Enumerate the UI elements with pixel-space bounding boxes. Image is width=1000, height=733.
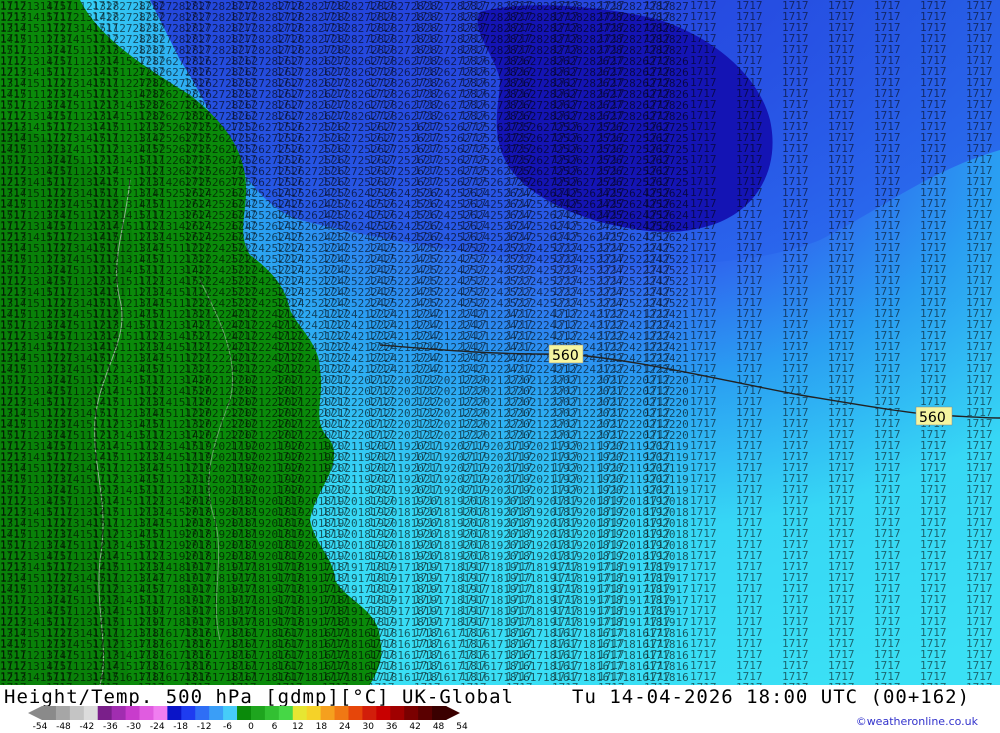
legend-swatch — [348, 706, 363, 720]
legend-swatch — [181, 706, 196, 720]
legend-tick-label: 54 — [456, 722, 468, 732]
legend-swatch — [139, 706, 154, 720]
legend-swatch — [55, 706, 71, 720]
legend-swatch — [83, 706, 99, 720]
legend-swatch — [320, 706, 336, 720]
legend-swatch — [432, 706, 447, 720]
legend-swatch — [306, 706, 322, 720]
credit-link[interactable]: ©weatheronline.co.uk — [856, 715, 978, 728]
legend-tick-label: -18 — [173, 722, 189, 732]
legend-swatch — [237, 706, 252, 720]
grid-value-row: 1213141511121314151617181617181617181617… — [0, 671, 689, 684]
map-canvas: 1717 11121314151112132827282827282827282… — [0, 0, 1000, 685]
legend-tick-label: 12 — [292, 722, 304, 732]
legend-tick-label: 0 — [248, 722, 254, 732]
legend-swatch — [97, 706, 113, 720]
legend-tick-label: -12 — [196, 722, 212, 732]
legend-arrow-left — [28, 706, 42, 720]
legend-swatch — [376, 706, 391, 720]
legend-tick-label: 48 — [432, 722, 445, 732]
legend-swatch — [209, 706, 224, 720]
legend-tick-label: -54 — [32, 722, 48, 732]
legend-swatch — [334, 706, 349, 720]
map-footer: Height/Temp. 500 hPa [gdmp][°C] UK-Globa… — [0, 685, 1000, 733]
legend-tick-label: -42 — [79, 722, 95, 732]
map-title: Height/Temp. 500 hPa [gdmp][°C] UK-Globa… — [4, 686, 514, 708]
legend-swatch — [404, 706, 419, 720]
legend-swatch — [264, 706, 280, 720]
legend-swatch — [278, 706, 294, 720]
weather-map: 1717 11121314151112132827282827282827282… — [0, 0, 1000, 685]
contour-label-560-a: 560 — [548, 344, 584, 364]
legend-swatch — [69, 706, 85, 720]
color-legend — [28, 706, 460, 720]
legend-swatch — [111, 706, 127, 720]
legend-swatch — [390, 706, 405, 720]
legend-tick-label: -36 — [102, 722, 118, 732]
legend-tick-label: 24 — [339, 722, 351, 732]
legend-swatch — [42, 706, 57, 720]
contour-label-560-b: 560 — [915, 406, 953, 426]
legend-tick-label: 36 — [385, 722, 398, 732]
legend-tick-label: 30 — [362, 722, 374, 732]
svg-text:560: 560 — [919, 410, 946, 426]
legend-tick-label: -6 — [223, 722, 233, 732]
legend-tick-label: 42 — [409, 722, 421, 732]
legend-tick-label: 18 — [315, 722, 328, 732]
forecast-datetime: Tu 14-04-2026 18:00 UTC (00+162) — [572, 686, 971, 708]
legend-swatch — [167, 706, 182, 720]
legend-ticks: -54 -48 -42 -36 -30 -24 -18 -12 -6 0 6 12 18 24 30 36 42… — [32, 722, 474, 733]
legend-swatch — [153, 706, 168, 720]
legend-tick-label: -48 — [56, 722, 71, 732]
legend-swatch — [250, 706, 266, 720]
legend-tick-label: -30 — [126, 722, 142, 732]
legend-tick-label: 6 — [271, 722, 278, 732]
legend-swatch — [418, 706, 433, 720]
svg-text:560: 560 — [552, 348, 579, 364]
grid-values: 1112131415111213282728282728282728282728… — [0, 0, 689, 684]
legend-arrow-right — [446, 706, 460, 720]
legend-swatch — [362, 706, 377, 720]
legend-swatch — [125, 706, 141, 720]
legend-swatch — [292, 706, 308, 720]
legend-swatch — [195, 706, 210, 720]
legend-tick-label: -24 — [149, 722, 165, 732]
legend-swatch — [223, 706, 238, 720]
